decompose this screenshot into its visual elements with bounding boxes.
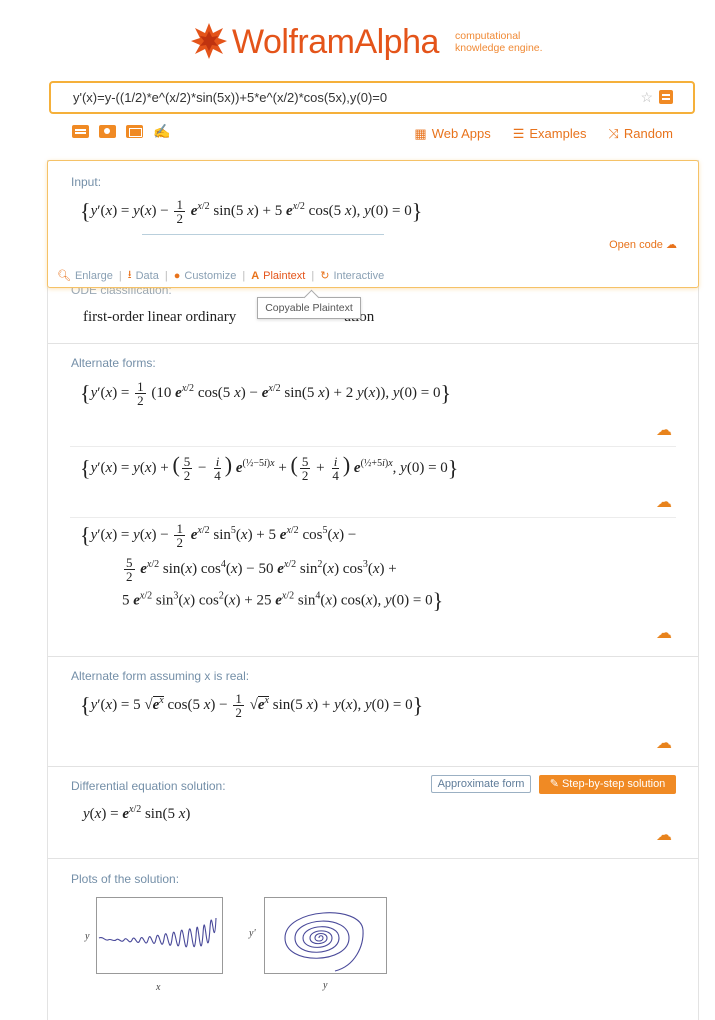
divider [48, 858, 698, 859]
divider [48, 343, 698, 344]
divider [48, 656, 698, 657]
save-form-1-icon[interactable]: ☁ [656, 420, 676, 439]
plots-title: Plots of the solution: [71, 872, 180, 886]
alternate-forms-title: Alternate forms: [71, 356, 156, 370]
random-link[interactable]: ⤨ Random [608, 126, 673, 142]
solution-formula: y(x) = ex/2 sin(5 x) [83, 804, 191, 822]
grid-icon: ▦ [414, 126, 427, 141]
plot1-ylabel: y [85, 931, 90, 942]
interactive-icon: ↻ [320, 270, 330, 282]
plot2-ylabel: y' [249, 928, 256, 939]
open-code-link[interactable]: Open code ☁ [609, 238, 677, 251]
solution-title: Differential equation solution: [71, 779, 226, 793]
divider [70, 517, 676, 518]
save-solution-icon[interactable]: ☁ [656, 825, 676, 844]
spiral-line [284, 912, 364, 972]
save-form-2-icon[interactable]: ☁ [656, 492, 676, 511]
approximate-form-button[interactable]: Approximate form [431, 775, 531, 793]
wolfram-alpha-logo[interactable]: WolframAlpha computational knowledge eng… [190, 22, 570, 66]
brand-name: WolframAlpha [232, 23, 439, 61]
search-query-text[interactable]: y'(x)=y-((1/2)*e^(x/2)*sin(5x))+5*e^(x/2… [73, 90, 387, 105]
hand-icon[interactable]: ✍ [153, 124, 170, 138]
favorite-star-icon[interactable]: ☆ [640, 89, 653, 106]
alternate-real-title: Alternate form assuming x is real: [71, 669, 250, 683]
divider [70, 446, 676, 447]
magnify-icon: 🔍︎ [57, 270, 71, 282]
input-underline [142, 234, 384, 235]
input-mode-toolbar: ✍ [72, 124, 170, 141]
download-icon: ⭳ [127, 269, 132, 281]
solution-plot[interactable] [96, 897, 223, 974]
input-pod-title: Input: [71, 175, 102, 189]
web-apps-link[interactable]: ▦ Web Apps [414, 126, 490, 142]
divider [48, 766, 698, 767]
plot1-xlabel: x [156, 982, 161, 993]
alternate-form-3-line3: 5 ex/2 sin3(x) cos2(x) + 25 ex/2 sin4(x)… [122, 588, 444, 613]
list-icon: ☰ [512, 126, 525, 141]
cloud-upload-icon: ☁ [666, 239, 677, 251]
examples-link[interactable]: ☰ Examples [513, 126, 587, 142]
solution-curve [98, 917, 217, 948]
camera-icon[interactable] [99, 125, 116, 138]
table-icon[interactable] [126, 125, 143, 138]
save-form-3-icon[interactable]: ☁ [656, 623, 676, 642]
text-a-icon: A [251, 269, 260, 282]
shuffle-icon: ⤨ [608, 126, 619, 141]
pod-actions-bar: 🔍︎ Enlarge | ⭳ Data | ● Customize | A Plaint… [57, 266, 384, 285]
plot2-xlabel: y [323, 980, 328, 991]
solution-line [98, 917, 217, 948]
alternate-form-2: {y′(x) = y(x) + (5 2 − i 4) e(½−5i)x + (5 2… [80, 452, 459, 484]
spikey-logo-icon [191, 23, 227, 59]
top-nav: ▦ Web Apps ☰ Examples ⤨ Random [414, 126, 673, 142]
input-equation: {y′(x) = y(x) − 12 ex/2 sin(5 x) + 5 ex/… [80, 197, 423, 226]
alternate-real-form: {y′(x) = 5 √ex cos(5 x) − 12 √ex sin(5 x… [80, 691, 424, 720]
save-real-form-icon[interactable]: ☁ [656, 733, 676, 752]
plaintext-button[interactable]: A Plaintext [251, 270, 305, 282]
step-by-step-button[interactable]: ✎ Step-by-step solution [539, 775, 676, 794]
edit-icon: ✎ [549, 778, 559, 790]
enlarge-button[interactable]: 🔍︎ Enlarge [57, 269, 113, 283]
compute-button[interactable] [659, 90, 673, 104]
plaintext-tooltip: Copyable Plaintext [257, 297, 361, 319]
customize-button[interactable]: ● Customize [174, 270, 237, 282]
data-button[interactable]: ⭳ Data [128, 266, 159, 285]
interactive-button[interactable]: ↻ Interactive [320, 269, 384, 283]
palette-icon: ● [173, 269, 181, 282]
search-input[interactable]: y'(x)=y-((1/2)*e^(x/2)*sin(5x))+5*e^(x/2… [49, 81, 695, 114]
alternate-form-3-line2: 52 ex/2 sin(x) cos4(x) − 50 ex/2 sin2(x)… [124, 555, 397, 584]
phase-plot[interactable] [264, 897, 387, 974]
alternate-form-3-line1: {y′(x) = y(x) − 12 ex/2 sin5(x) + 5 ex/2… [80, 521, 357, 550]
alternate-form-1: {y′(x) = 12 (10 ex/2 cos(5 x) − ex/2 sin… [80, 379, 452, 408]
keyboard-icon[interactable] [72, 125, 89, 138]
tagline: computational knowledge engine. [455, 30, 543, 54]
phase-spiral [284, 912, 364, 972]
